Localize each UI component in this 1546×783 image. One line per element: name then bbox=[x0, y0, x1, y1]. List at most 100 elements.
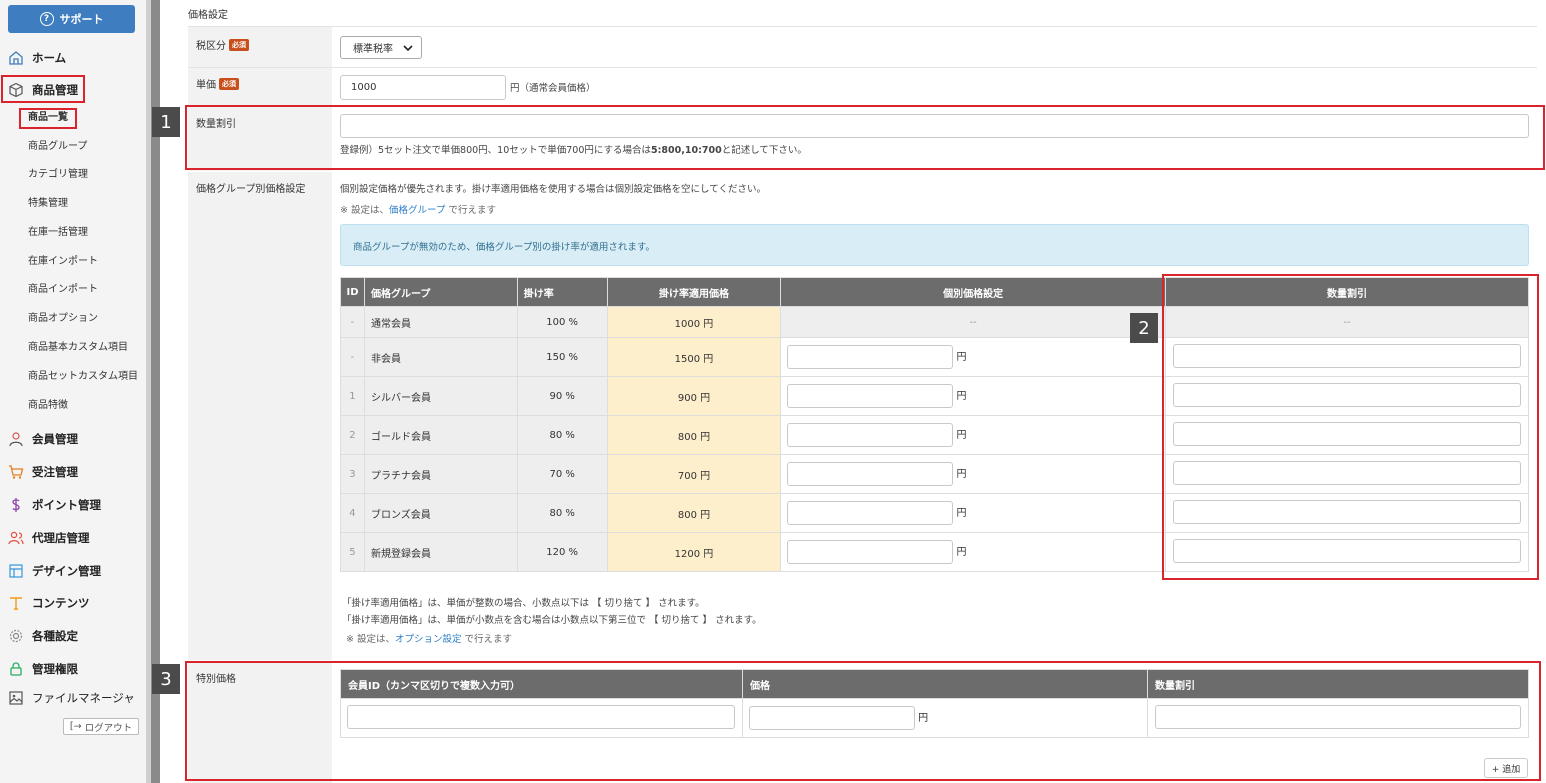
type-icon bbox=[10, 597, 22, 610]
group-note: 個別設定価格が優先されます。掛け率適用価格を使用する場合は個別設定価格を空にして… bbox=[340, 184, 766, 195]
sidebar-item-settings[interactable]: 各種設定 bbox=[8, 625, 78, 647]
sidebar-item-file-manager[interactable]: ファイルマネージャ bbox=[8, 687, 135, 709]
highlight-special-price bbox=[185, 661, 1541, 781]
yen-label: 円 bbox=[956, 547, 967, 558]
cell-applied-price: 1200 円 bbox=[606, 532, 782, 572]
cell-rate: 90 % bbox=[516, 376, 608, 416]
cell-rate: 150 % bbox=[516, 337, 608, 377]
highlight-qty-discount bbox=[185, 105, 1545, 170]
cell-group: プラチナ会員 bbox=[363, 454, 518, 494]
dollar-icon bbox=[12, 498, 20, 512]
yen-label: 円 bbox=[956, 352, 967, 363]
home-icon bbox=[9, 51, 23, 65]
cart-icon bbox=[9, 465, 24, 479]
users-icon bbox=[8, 531, 24, 545]
cell-id: - bbox=[340, 306, 365, 338]
support-button[interactable]: ? サポート bbox=[8, 5, 135, 33]
sidebar-sub-product-feature[interactable]: 商品特徴 bbox=[28, 398, 68, 414]
cell-group: シルバー会員 bbox=[363, 376, 518, 416]
sidebar-item-points[interactable]: ポイント管理 bbox=[8, 494, 101, 516]
unit-price-suffix: 円（通常会員価格） bbox=[510, 83, 596, 94]
sidebar-sub-product-option[interactable]: 商品オプション bbox=[28, 311, 98, 327]
footnote-2: 「掛け率適用価格」は、単価が小数点を含む場合は小数点以下第三位で 【 切り捨て … bbox=[342, 615, 762, 626]
cell-id: 1 bbox=[340, 376, 365, 416]
support-label: サポート bbox=[59, 13, 104, 26]
lock-icon bbox=[10, 662, 22, 676]
cell-group: ゴールド会員 bbox=[363, 415, 518, 455]
sidebar-sub-product-import[interactable]: 商品インポート bbox=[28, 282, 98, 298]
individual-price-input[interactable] bbox=[787, 462, 954, 486]
cell-applied-price: 800 円 bbox=[606, 493, 782, 533]
col-rate: 掛け率 bbox=[516, 277, 608, 307]
sidebar-item-home[interactable]: ホーム bbox=[8, 47, 66, 69]
annotation-badge-2: 2 bbox=[1130, 313, 1158, 343]
required-badge: 必須 bbox=[229, 38, 249, 51]
unit-price-label: 単価 必須 bbox=[196, 76, 239, 91]
cell-individual: -- bbox=[780, 306, 1166, 338]
col-group: 価格グループ bbox=[363, 277, 518, 307]
cell-id: - bbox=[340, 337, 365, 377]
sidebar-sub-basic-custom[interactable]: 商品基本カスタム項目 bbox=[28, 340, 128, 356]
individual-price-input[interactable] bbox=[787, 540, 954, 564]
cell-applied-price: 900 円 bbox=[606, 376, 782, 416]
sidebar-item-orders[interactable]: 受注管理 bbox=[8, 461, 78, 483]
sidebar-sub-stock-import[interactable]: 在庫インポート bbox=[28, 254, 98, 270]
sidebar-item-agency[interactable]: 代理店管理 bbox=[8, 527, 90, 549]
group-pricing-label-cell bbox=[188, 172, 332, 660]
highlight-products bbox=[1, 75, 85, 103]
tax-label: 税区分 必須 bbox=[196, 37, 249, 52]
sidebar-sub-stock-bulk[interactable]: 在庫一括管理 bbox=[28, 225, 88, 241]
yen-label: 円 bbox=[956, 469, 967, 480]
sidebar-item-contents[interactable]: コンテンツ bbox=[8, 592, 90, 614]
cell-id: 4 bbox=[340, 493, 365, 533]
cell-applied-price: 1000 円 bbox=[606, 306, 782, 338]
cell-individual: 円 bbox=[780, 415, 1166, 455]
sidebar: ? サポート ホーム 商品管理 商品一覧 商品グループ カテゴリ管理 特集管理 … bbox=[0, 0, 146, 783]
cell-group: 通常会員 bbox=[363, 306, 518, 338]
cell-applied-price: 1500 円 bbox=[606, 337, 782, 377]
logout-icon: [→ bbox=[69, 721, 82, 732]
individual-price-input[interactable] bbox=[787, 384, 954, 408]
sidebar-item-design[interactable]: デザイン管理 bbox=[8, 560, 101, 582]
layout-icon bbox=[9, 564, 23, 578]
individual-price-input[interactable] bbox=[787, 501, 954, 525]
cell-individual: 円 bbox=[780, 337, 1166, 377]
sidebar-sub-category[interactable]: カテゴリ管理 bbox=[28, 167, 88, 183]
cell-id: 2 bbox=[340, 415, 365, 455]
yen-label: 円 bbox=[956, 391, 967, 402]
footnote-1: 「掛け率適用価格」は、単価が整数の場合、小数点以下は 【 切り捨て 】 されます… bbox=[342, 598, 705, 609]
cell-rate: 80 % bbox=[516, 415, 608, 455]
sidebar-sub-product-group[interactable]: 商品グループ bbox=[28, 139, 87, 155]
logout-button[interactable]: [→ ログアウト bbox=[63, 718, 139, 735]
individual-price-input[interactable] bbox=[787, 423, 954, 447]
cell-group: 非会員 bbox=[363, 337, 518, 377]
required-badge: 必須 bbox=[219, 77, 239, 90]
chevron-down-icon bbox=[403, 44, 413, 51]
group-note-link: ※ 設定は、価格グループ で行えます bbox=[340, 205, 496, 216]
cell-rate: 80 % bbox=[516, 493, 608, 533]
unit-price-input[interactable]: 1000 bbox=[340, 75, 506, 100]
cell-group: 新規登録会員 bbox=[363, 532, 518, 572]
cell-applied-price: 700 円 bbox=[606, 454, 782, 494]
col-id: ID bbox=[340, 277, 365, 307]
option-settings-link[interactable]: オプション設定 bbox=[395, 634, 462, 645]
col-applied-price: 掛け率適用価格 bbox=[606, 277, 782, 307]
sidebar-item-members[interactable]: 会員管理 bbox=[8, 428, 78, 450]
cell-rate: 120 % bbox=[516, 532, 608, 572]
cell-id: 3 bbox=[340, 454, 365, 494]
user-icon bbox=[9, 432, 23, 447]
help-icon: ? bbox=[39, 12, 54, 26]
annotation-badge-1: 1 bbox=[152, 107, 180, 137]
individual-price-input[interactable] bbox=[787, 345, 954, 369]
cell-id: 5 bbox=[340, 532, 365, 572]
sidebar-sub-set-custom[interactable]: 商品セットカスタム項目 bbox=[28, 369, 138, 385]
tax-select[interactable]: 標準税率 bbox=[340, 36, 422, 59]
image-icon bbox=[9, 691, 23, 705]
sidebar-item-permissions[interactable]: 管理権限 bbox=[8, 658, 78, 680]
cell-individual: 円 bbox=[780, 376, 1166, 416]
cell-group: ブロンズ会員 bbox=[363, 493, 518, 533]
price-group-link[interactable]: 価格グループ bbox=[389, 205, 445, 216]
sidebar-sub-feature[interactable]: 特集管理 bbox=[28, 196, 68, 212]
yen-label: 円 bbox=[956, 430, 967, 441]
info-alert: 商品グループが無効のため、価格グループ別の掛け率が適用されます。 bbox=[340, 224, 1529, 266]
